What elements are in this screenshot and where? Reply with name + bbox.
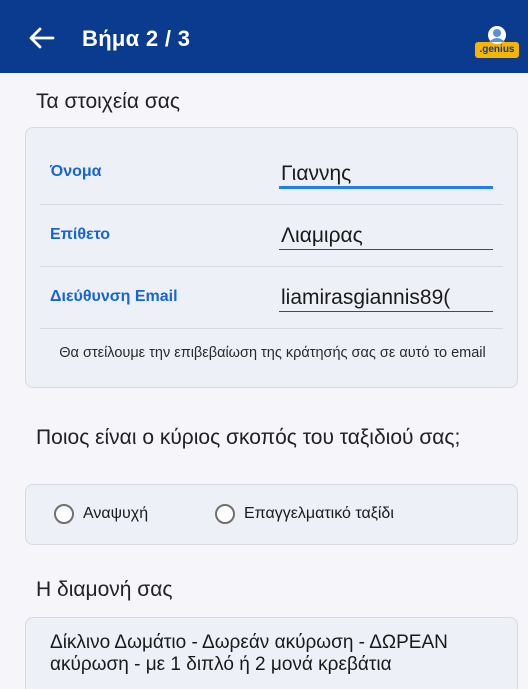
room-description: Δίκλινο Δωμάτιο - Δωρεάν ακύρωση - ΔΩΡΕΑ…: [50, 632, 448, 675]
radio-circle-icon: [215, 504, 235, 524]
business-label: Επαγγελματικό ταξίδι: [244, 505, 394, 522]
details-card: Όνομα Γιαννης Επίθετο Λιαμιρας Διεύθυνση…: [25, 127, 518, 388]
last-name-underline: [279, 249, 493, 250]
leisure-label: Αναψυχή: [83, 505, 149, 522]
first-name-input[interactable]: Γιαννης: [279, 162, 493, 188]
genius-logo-text: .genius: [479, 44, 515, 55]
purpose-card: Αναψυχή Επαγγελματικό ταξίδι: [25, 484, 518, 545]
genius-logo: .genius: [474, 24, 520, 60]
stay-card: Δίκλινο Δωμάτιο - Δωρεάν ακύρωση - ΔΩΡΕΑ…: [25, 617, 518, 689]
first-name-label: Όνομα: [50, 163, 102, 180]
page-title: Βήμα 2 / 3: [82, 26, 191, 51]
first-name-row: Όνομα Γιαννης: [26, 142, 517, 204]
divider: [40, 328, 503, 329]
last-name-input[interactable]: Λιαμιρας: [279, 224, 493, 250]
email-note: Θα στείλουμε την επιβεβαίωση της κράτησή…: [59, 345, 486, 361]
email-label: Διεύθυνση Email: [50, 288, 178, 305]
email-row: Διεύθυνση Email liamirasgiannis89(: [26, 266, 517, 328]
purpose-heading: Ποιος είναι ο κύριος σκοπός του ταξιδιού…: [36, 426, 461, 449]
first-name-underline: [279, 186, 493, 189]
email-underline: [279, 311, 493, 312]
business-radio[interactable]: Επαγγελματικό ταξίδι: [215, 504, 394, 524]
email-input[interactable]: liamirasgiannis89(: [279, 286, 493, 312]
stay-heading: Η διαμονή σας: [36, 578, 173, 601]
last-name-label: Επίθετο: [50, 226, 111, 243]
leisure-radio[interactable]: Αναψυχή: [54, 504, 148, 524]
app-bar: Βήμα 2 / 3 .genius: [0, 0, 528, 73]
back-arrow-icon[interactable]: [28, 26, 56, 50]
details-heading: Τα στοιχεία σας: [36, 90, 181, 113]
radio-circle-icon: [54, 504, 74, 524]
last-name-row: Επίθετο Λιαμιρας: [26, 204, 517, 266]
